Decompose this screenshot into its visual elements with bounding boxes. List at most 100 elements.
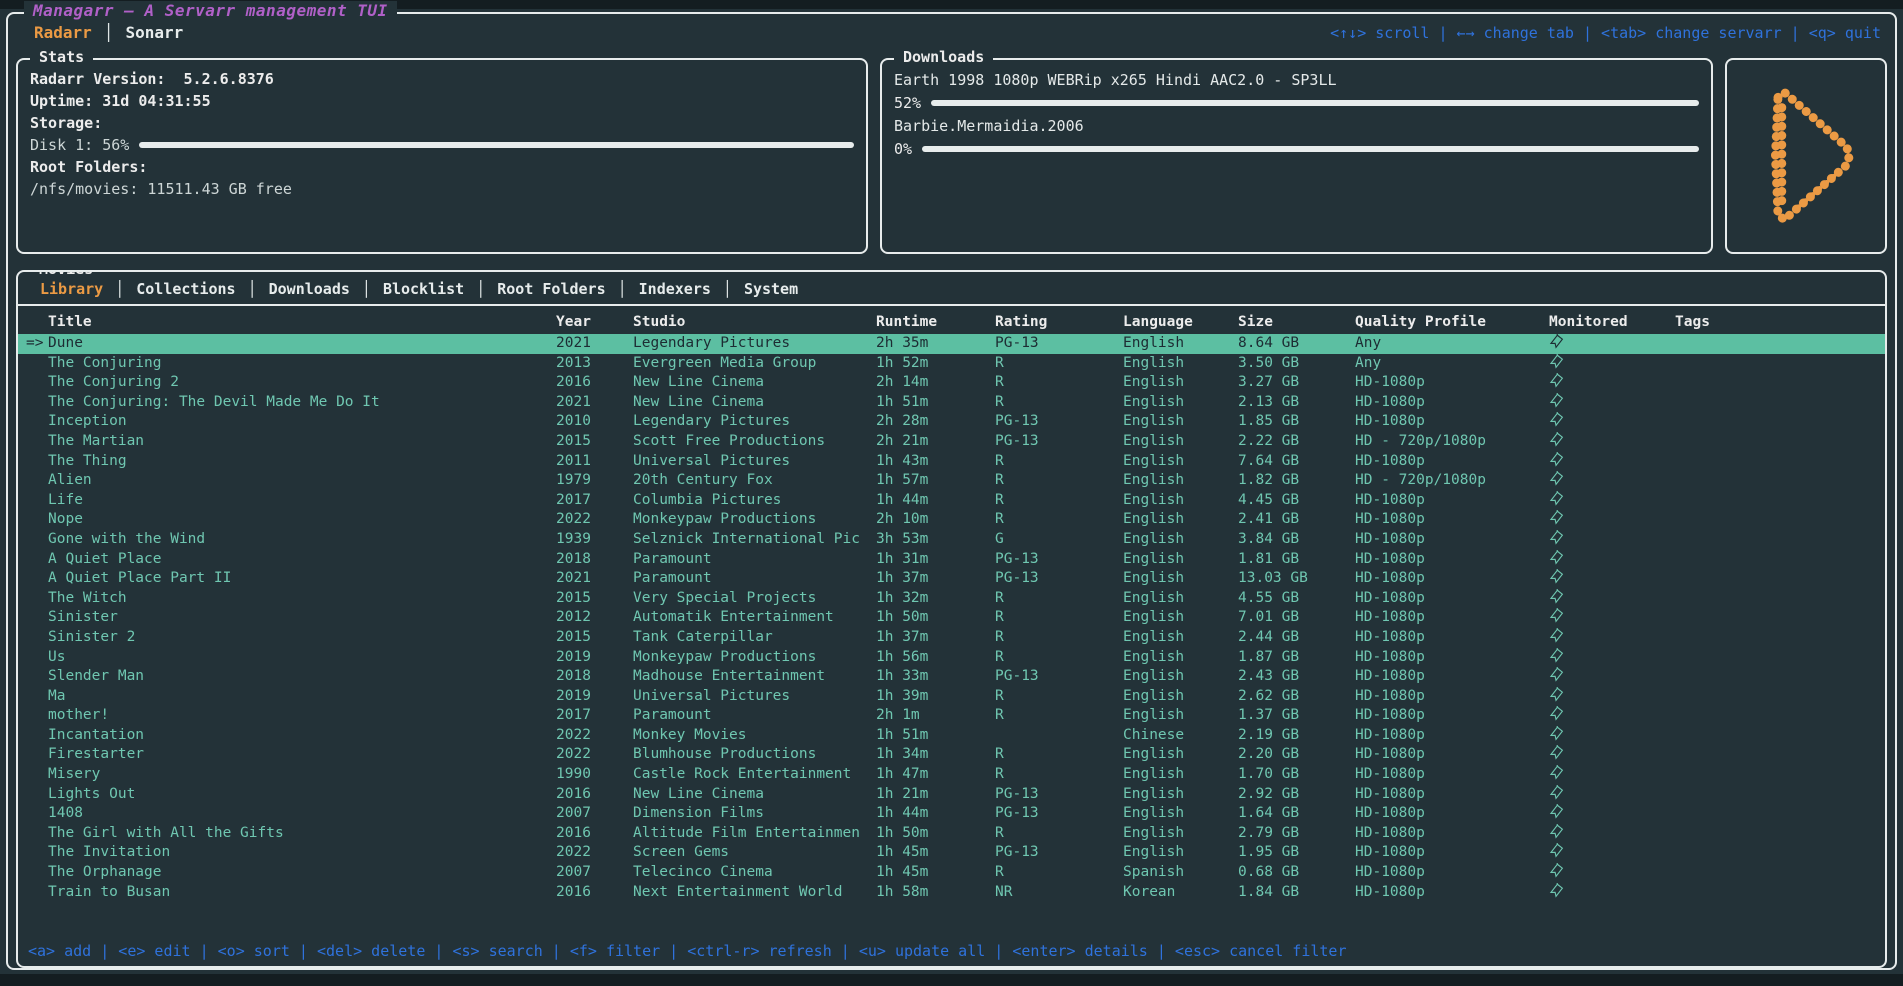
- cell-runtime: 1h 47m: [876, 765, 995, 785]
- cell-year: 2007: [556, 863, 633, 883]
- col-monitored: Monitored: [1549, 310, 1675, 334]
- table-row[interactable]: A Quiet Place Part II2021Paramount1h 37m…: [18, 569, 1885, 589]
- monitored-bookmark-icon: [1549, 608, 1564, 623]
- cell-size: 1.70 GB: [1238, 765, 1355, 785]
- cell-title: The Conjuring: The Devil Made Me Do It: [48, 393, 556, 413]
- cell-monitored: [1549, 608, 1675, 628]
- cell-quality: HD-1080p: [1355, 667, 1549, 687]
- monitored-bookmark-icon: [1549, 510, 1564, 525]
- disk-usage-row: Disk 1: 56%: [30, 134, 854, 156]
- cell-studio: Paramount: [633, 569, 876, 589]
- movies-tab-collections[interactable]: Collections: [124, 280, 247, 298]
- cell-language: Chinese: [1123, 726, 1238, 746]
- cell-studio: 20th Century Fox: [633, 471, 876, 491]
- download-percent-label: 0%: [894, 138, 912, 160]
- cell-size: 4.45 GB: [1238, 491, 1355, 511]
- download-progress-bar: [922, 146, 1699, 152]
- table-row[interactable]: =>Dune2021Legendary Pictures2h 35mPG-13E…: [18, 334, 1885, 354]
- cell-quality: HD-1080p: [1355, 608, 1549, 628]
- col-quality-profile: Quality Profile: [1355, 310, 1549, 334]
- table-row[interactable]: The Thing2011Universal Pictures1h 43mREn…: [18, 452, 1885, 472]
- monitored-bookmark-icon: [1549, 412, 1564, 427]
- servarr-tab-radarr[interactable]: Radarr: [22, 23, 104, 42]
- cell-title: Ma: [48, 687, 556, 707]
- cell-quality: HD-1080p: [1355, 569, 1549, 589]
- table-row[interactable]: Sinister2012Automatik Entertainment1h 50…: [18, 608, 1885, 628]
- root-folders-label: Root Folders:: [30, 156, 854, 178]
- movies-tab-system[interactable]: System: [732, 280, 810, 298]
- cell-size: 1.84 GB: [1238, 883, 1355, 903]
- cell-title: Gone with the Wind: [48, 530, 556, 550]
- cell-language: English: [1123, 354, 1238, 374]
- monitored-bookmark-icon: [1549, 667, 1564, 682]
- table-row[interactable]: Gone with the Wind1939Selznick Internati…: [18, 530, 1885, 550]
- cell-studio: Universal Pictures: [633, 687, 876, 707]
- cell-studio: New Line Cinema: [633, 393, 876, 413]
- table-row[interactable]: mother!2017Paramount2h 1mREnglish1.37 GB…: [18, 706, 1885, 726]
- cell-size: 8.64 GB: [1238, 334, 1355, 354]
- table-row[interactable]: Life2017Columbia Pictures1h 44mREnglish4…: [18, 491, 1885, 511]
- cell-monitored: [1549, 785, 1675, 805]
- table-row[interactable]: The Conjuring2013Evergreen Media Group1h…: [18, 354, 1885, 374]
- cell-monitored: [1549, 471, 1675, 491]
- cell-language: English: [1123, 393, 1238, 413]
- table-row[interactable]: Lights Out2016New Line Cinema1h 21mPG-13…: [18, 785, 1885, 805]
- servarr-tab-sonarr[interactable]: Sonarr: [113, 23, 195, 42]
- cell-monitored: [1549, 863, 1675, 883]
- cell-language: English: [1123, 412, 1238, 432]
- col-studio: Studio: [633, 310, 876, 334]
- cell-title: The Orphanage: [48, 863, 556, 883]
- download-progress-row: 52%: [894, 92, 1699, 114]
- table-row[interactable]: Misery1990Castle Rock Entertainment1h 47…: [18, 765, 1885, 785]
- movies-table-header: Title Year Studio Runtime Rating Languag…: [18, 310, 1885, 334]
- cell-language: English: [1123, 550, 1238, 570]
- table-row[interactable]: Firestarter2022Blumhouse Productions1h 3…: [18, 745, 1885, 765]
- download-progress-bar: [931, 100, 1699, 106]
- cell-year: 2016: [556, 373, 633, 393]
- table-row[interactable]: Nope2022Monkeypaw Productions2h 10mREngl…: [18, 510, 1885, 530]
- movies-tab-indexers[interactable]: Indexers: [627, 280, 723, 298]
- movies-tab-library[interactable]: Library: [28, 280, 115, 298]
- table-row[interactable]: Incantation2022Monkey Movies1h 51mChines…: [18, 726, 1885, 746]
- table-row[interactable]: The Orphanage2007Telecinco Cinema1h 45mR…: [18, 863, 1885, 883]
- monitored-bookmark-icon: [1549, 765, 1564, 780]
- table-row[interactable]: Slender Man2018Madhouse Entertainment1h …: [18, 667, 1885, 687]
- table-row[interactable]: The Martian2015Scott Free Productions2h …: [18, 432, 1885, 452]
- cell-size: 3.27 GB: [1238, 373, 1355, 393]
- table-row[interactable]: A Quiet Place2018Paramount1h 31mPG-13Eng…: [18, 550, 1885, 570]
- cell-year: 2016: [556, 824, 633, 844]
- table-row[interactable]: The Invitation2022Screen Gems1h 45mPG-13…: [18, 843, 1885, 863]
- cell-monitored: [1549, 667, 1675, 687]
- tab-separator: │: [248, 280, 257, 298]
- movies-tab-root-folders[interactable]: Root Folders: [485, 280, 617, 298]
- movies-rows: =>Dune2021Legendary Pictures2h 35mPG-13E…: [18, 334, 1885, 902]
- cell-monitored: [1549, 843, 1675, 863]
- monitored-bookmark-icon: [1549, 471, 1564, 486]
- cell-monitored: [1549, 687, 1675, 707]
- cell-rating: PG-13: [995, 569, 1123, 589]
- cell-title: Sinister 2: [48, 628, 556, 648]
- monitored-bookmark-icon: [1549, 550, 1564, 565]
- col-tags: Tags: [1675, 310, 1885, 334]
- monitored-bookmark-icon: [1549, 883, 1564, 898]
- table-row[interactable]: Train to Busan2016Next Entertainment Wor…: [18, 883, 1885, 903]
- movies-tab-downloads[interactable]: Downloads: [257, 280, 362, 298]
- table-row[interactable]: Sinister 22015Tank Caterpillar1h 37mREng…: [18, 628, 1885, 648]
- table-row[interactable]: The Witch2015Very Special Projects1h 32m…: [18, 589, 1885, 609]
- cell-language: English: [1123, 471, 1238, 491]
- cell-studio: Next Entertainment World: [633, 883, 876, 903]
- cell-year: 2022: [556, 745, 633, 765]
- table-row[interactable]: Inception2010Legendary Pictures2h 28mPG-…: [18, 412, 1885, 432]
- table-row[interactable]: 14082007Dimension Films1h 44mPG-13Englis…: [18, 804, 1885, 824]
- table-row[interactable]: The Conjuring: The Devil Made Me Do It20…: [18, 393, 1885, 413]
- table-row[interactable]: Ma2019Universal Pictures1h 39mREnglish2.…: [18, 687, 1885, 707]
- cell-quality: HD-1080p: [1355, 510, 1549, 530]
- tab-separator: │: [723, 280, 732, 298]
- app-title: Managarr — A Servarr management TUI: [24, 1, 397, 20]
- movies-panel-title: Movies: [30, 270, 102, 278]
- table-row[interactable]: Us2019Monkeypaw Productions1h 56mREnglis…: [18, 648, 1885, 668]
- table-row[interactable]: The Conjuring 22016New Line Cinema2h 14m…: [18, 373, 1885, 393]
- table-row[interactable]: The Girl with All the Gifts2016Altitude …: [18, 824, 1885, 844]
- table-row[interactable]: Alien197920th Century Fox1h 57mREnglish1…: [18, 471, 1885, 491]
- movies-tab-blocklist[interactable]: Blocklist: [371, 280, 476, 298]
